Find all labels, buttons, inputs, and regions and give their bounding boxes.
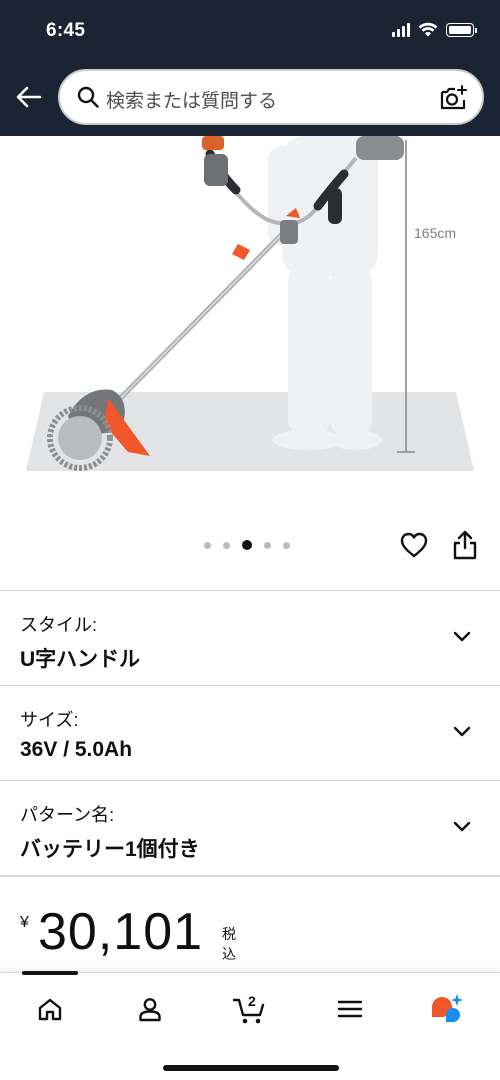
image-pager (0, 530, 500, 560)
image-pager-dots (204, 540, 290, 550)
variation-style[interactable]: スタイル: U字ハンドル (0, 590, 500, 684)
variation-label: サイズ: (20, 710, 79, 730)
nav-home[interactable] (30, 989, 70, 1029)
pager-dot[interactable] (283, 541, 290, 549)
battery-icon (446, 22, 477, 37)
variation-size[interactable]: サイズ: 36V / 5.0Ah (0, 685, 500, 779)
share-icon[interactable] (452, 530, 478, 560)
nav-account[interactable] (130, 989, 170, 1029)
heart-icon[interactable] (400, 532, 428, 558)
price-currency: ¥ (20, 914, 29, 931)
cellular-signal-icon (392, 22, 410, 37)
variation-value: U字ハンドル (20, 648, 141, 671)
pager-dot-active[interactable] (242, 540, 252, 550)
rufus-ai-icon (432, 994, 463, 1022)
pager-dot[interactable] (223, 541, 230, 549)
chevron-down-icon (453, 631, 471, 642)
variation-value: バッテリー1個付き (20, 838, 200, 861)
wifi-icon (418, 22, 438, 37)
menu-icon (337, 1000, 363, 1018)
pager-dot[interactable] (204, 541, 211, 549)
nav-rufus[interactable] (426, 989, 466, 1029)
cart-count-badge: 2 (248, 993, 256, 1009)
height-label: 165cm (414, 225, 456, 241)
chevron-down-icon (453, 821, 471, 832)
search-input[interactable]: 検索または質問する (58, 69, 484, 125)
home-indicator (163, 1065, 339, 1071)
status-icons (392, 22, 477, 37)
camera-search-icon[interactable] (438, 83, 468, 113)
search-placeholder: 検索または質問する (106, 91, 278, 112)
status-time: 6:45 (46, 20, 86, 41)
price-tax-note: 税込 (222, 926, 236, 962)
product-image[interactable]: 165cm (0, 136, 500, 516)
nav-menu[interactable] (330, 989, 370, 1029)
divider (0, 875, 500, 877)
pager-dot[interactable] (264, 541, 271, 549)
product-illustration: 165cm (26, 136, 474, 471)
nav-cart[interactable]: 2 (230, 989, 270, 1029)
search-header: 検索または質問する (0, 62, 500, 136)
back-arrow-icon[interactable] (14, 82, 44, 112)
variation-label: パターン名: (20, 805, 115, 825)
search-icon (77, 86, 99, 108)
chevron-down-icon (453, 726, 471, 737)
status-bar: 6:45 (0, 0, 500, 62)
variation-label: スタイル: (20, 615, 98, 635)
variation-value: 36V / 5.0Ah (20, 738, 133, 761)
home-icon (38, 998, 62, 1021)
variation-pattern[interactable]: パターン名: バッテリー1個付き (0, 780, 500, 874)
active-tab-indicator (22, 971, 78, 975)
account-icon (139, 998, 161, 1022)
price-amount: 30,101 (38, 903, 204, 961)
bottom-nav: 2 (0, 971, 500, 1080)
